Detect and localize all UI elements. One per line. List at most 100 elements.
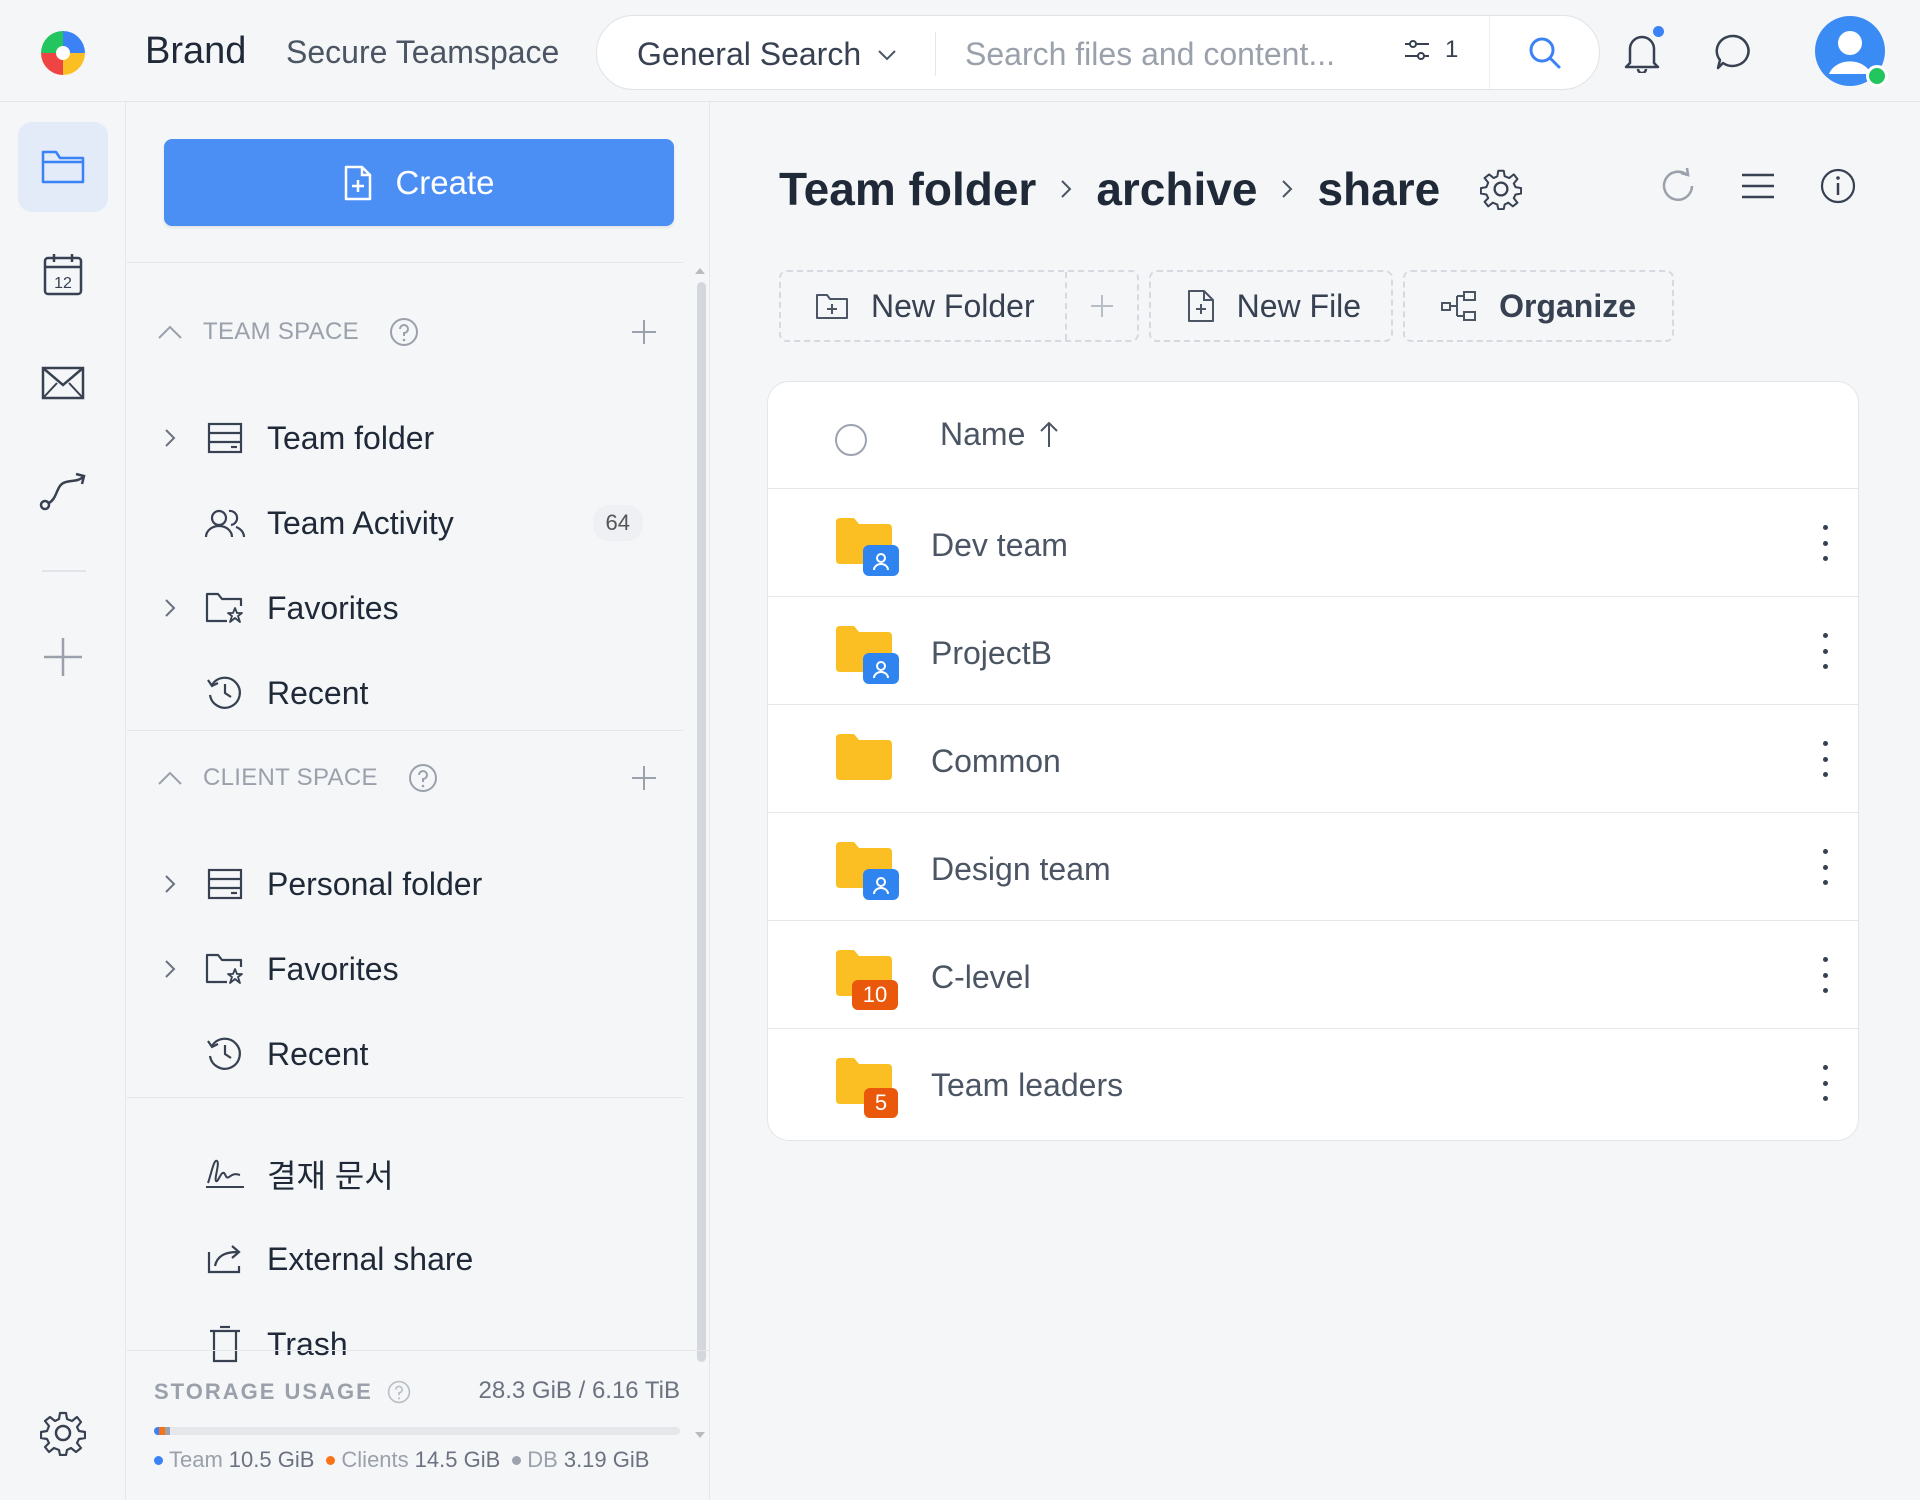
more-options-icon[interactable] <box>1818 525 1832 561</box>
table-row[interactable]: Design team <box>768 813 1858 921</box>
sidebar-scrollbar[interactable] <box>697 282 706 1362</box>
rail-mail[interactable] <box>18 338 108 428</box>
legend-label: Team <box>169 1447 223 1472</box>
breadcrumb-item[interactable]: archive <box>1096 162 1257 216</box>
folder-settings-icon[interactable] <box>1480 168 1523 210</box>
more-options-icon[interactable] <box>1818 957 1832 993</box>
help-icon[interactable] <box>408 763 438 793</box>
file-name[interactable]: ProjectB <box>931 635 1052 672</box>
chevron-right-icon[interactable] <box>157 874 183 894</box>
new-folder-group: New Folder <box>779 270 1139 342</box>
new-file-button[interactable]: New File <box>1148 270 1394 342</box>
chevron-right-icon[interactable] <box>157 598 183 618</box>
legend-dot <box>512 1455 522 1465</box>
chevron-down-icon <box>877 49 897 61</box>
list-view-icon[interactable] <box>1736 164 1780 208</box>
more-options-icon[interactable] <box>1818 633 1832 669</box>
sidebar-divider <box>127 262 683 263</box>
messages-button[interactable] <box>1710 28 1758 76</box>
column-header-name[interactable]: Name <box>940 416 1059 453</box>
file-name[interactable]: Team leaders <box>931 1067 1123 1104</box>
legend-value: 14.5 GiB <box>414 1447 501 1472</box>
bell-icon <box>1622 31 1662 73</box>
brand-logo-icon[interactable] <box>38 28 88 78</box>
sidebar-item-team-folder[interactable]: Team folder <box>157 408 657 468</box>
mail-icon <box>40 365 86 401</box>
sidebar-item-approval-docs[interactable]: 결재 문서 <box>157 1144 657 1204</box>
table-row[interactable]: 5 Team leaders <box>768 1029 1858 1137</box>
sidebar-item-personal-folder[interactable]: Personal folder <box>157 854 657 914</box>
breadcrumb-current[interactable]: share <box>1317 162 1440 216</box>
rail-settings[interactable] <box>18 1388 108 1478</box>
chevron-right-icon[interactable] <box>157 428 183 448</box>
notifications-button[interactable] <box>1618 26 1666 76</box>
breadcrumb-item[interactable]: Team folder <box>779 162 1036 216</box>
legend-team: Team 10.5 GiB <box>154 1447 314 1473</box>
table-row[interactable]: Common <box>768 705 1858 813</box>
sidebar-item-external-share[interactable]: External share <box>157 1229 657 1289</box>
legend-db: DB 3.19 GiB <box>512 1447 649 1473</box>
add-team-space-icon[interactable] <box>631 319 657 345</box>
info-icon[interactable] <box>1816 164 1860 208</box>
search-icon <box>1528 36 1562 70</box>
organize-label: Organize <box>1499 287 1636 324</box>
file-name[interactable]: Common <box>931 743 1061 780</box>
hierarchy-icon <box>1441 290 1477 322</box>
user-avatar[interactable] <box>1815 16 1888 87</box>
sidebar-item-label: Favorites <box>267 589 399 626</box>
search-divider <box>935 32 936 76</box>
rail-add[interactable] <box>18 612 108 702</box>
more-options-icon[interactable] <box>1818 1065 1832 1101</box>
filter-count: 1 <box>1445 36 1459 63</box>
folder-star-icon <box>203 952 247 986</box>
new-folder-button[interactable]: New Folder <box>781 272 1067 340</box>
search-filter-button[interactable]: 1 <box>1403 36 1458 64</box>
file-name[interactable]: C-level <box>931 959 1031 996</box>
shared-folder-icon <box>836 626 900 684</box>
select-all-checkbox[interactable] <box>835 424 867 456</box>
sidebar-item-label: Team Activity <box>267 504 454 541</box>
rail-files[interactable] <box>18 122 108 212</box>
table-row[interactable]: Dev team <box>768 489 1858 597</box>
table-row[interactable]: ProjectB <box>768 597 1858 705</box>
file-table: Name Dev team ProjectB Common Design tea… <box>767 381 1859 1141</box>
chevron-right-icon[interactable] <box>157 959 183 979</box>
sidebar-item-favorites[interactable]: Favorites <box>157 578 657 638</box>
organize-button[interactable]: Organize <box>1403 270 1674 342</box>
sidebar-item-client-recent[interactable]: Recent <box>157 1024 657 1084</box>
route-icon <box>38 470 88 512</box>
new-file-icon <box>343 164 373 202</box>
help-icon[interactable] <box>387 1380 411 1404</box>
sidebar-item-recent[interactable]: Recent <box>157 663 657 723</box>
sidebar-item-team-activity[interactable]: Team Activity 64 <box>157 493 657 553</box>
server-icon <box>203 868 247 900</box>
refresh-icon[interactable] <box>1656 164 1700 208</box>
search-scope-dropdown[interactable]: General Search <box>637 36 897 73</box>
client-space-header[interactable]: CLIENT SPACE <box>157 758 657 798</box>
file-name[interactable]: Design team <box>931 851 1111 888</box>
sidebar-item-client-favorites[interactable]: Favorites <box>157 939 657 999</box>
file-name[interactable]: Dev team <box>931 527 1068 564</box>
chevron-up-icon <box>157 324 183 340</box>
rail-calendar[interactable]: 12 <box>18 230 108 320</box>
user-badge <box>863 653 899 684</box>
member-count-badge: 5 <box>864 1088 898 1118</box>
workspace-name: Secure Teamspace <box>286 34 560 70</box>
sidebar: Create TEAM SPACE Team folder Team Activ… <box>127 102 710 1500</box>
server-icon <box>203 422 247 454</box>
signature-icon <box>203 1157 247 1191</box>
more-options-icon[interactable] <box>1818 849 1832 885</box>
create-button[interactable]: Create <box>164 139 674 226</box>
quick-add-button[interactable] <box>1067 272 1137 340</box>
help-icon[interactable] <box>389 317 419 347</box>
search-input[interactable] <box>965 32 1385 76</box>
table-row[interactable]: 10 C-level <box>768 921 1858 1029</box>
create-label: Create <box>395 163 495 201</box>
search-button[interactable] <box>1489 16 1599 89</box>
activity-count-badge: 64 <box>592 505 643 541</box>
rail-workflow[interactable] <box>18 446 108 536</box>
more-options-icon[interactable] <box>1818 741 1832 777</box>
scroll-up-arrow[interactable] <box>695 268 705 274</box>
add-client-space-icon[interactable] <box>631 765 657 791</box>
team-space-header[interactable]: TEAM SPACE <box>157 312 657 352</box>
